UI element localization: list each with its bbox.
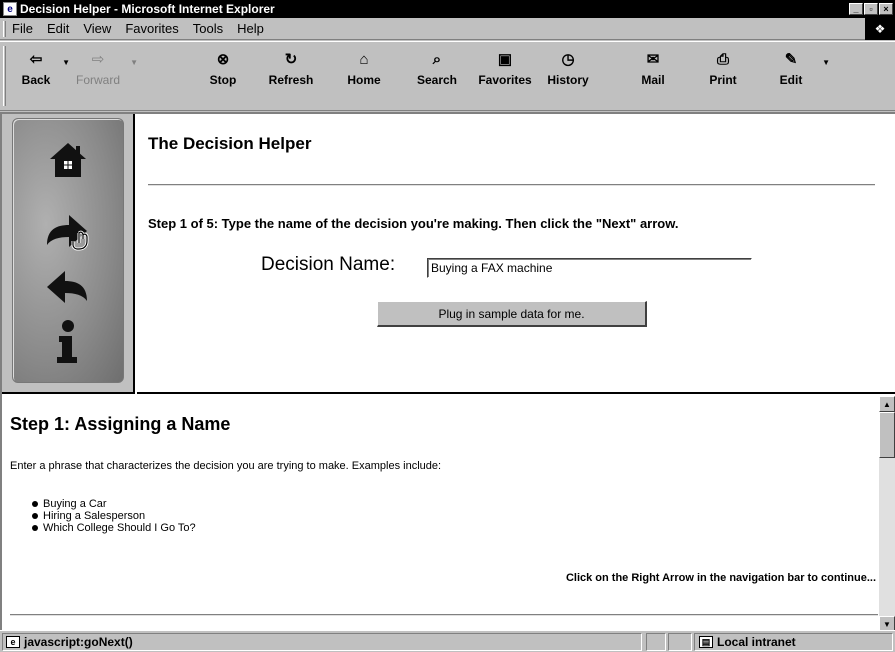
search-icon: ⌕ — [432, 50, 442, 68]
mail-icon: ✉ — [646, 51, 660, 68]
home-label: Home — [347, 73, 381, 87]
title-bar: e Decision Helper - Microsoft Internet E… — [0, 0, 895, 18]
decision-name-input[interactable] — [427, 258, 752, 278]
nav-frame — [2, 114, 135, 394]
edit-button[interactable]: ✎ Edit ▼ — [776, 46, 830, 106]
status-cell — [668, 633, 692, 651]
info-icon[interactable] — [53, 319, 83, 365]
refresh-button[interactable]: ↻ Refresh — [266, 46, 316, 106]
status-text-panel: e javascript:goNext() — [2, 633, 642, 651]
print-button[interactable]: ⎙ Print — [706, 46, 740, 106]
page-title: The Decision Helper — [148, 134, 312, 153]
back-arrow-icon[interactable] — [45, 267, 91, 307]
back-arrow-icon: ⇦ — [29, 51, 43, 68]
menu-tools[interactable]: Tools — [193, 21, 223, 36]
menu-file[interactable]: File — [12, 21, 33, 36]
favorites-label: Favorites — [478, 73, 532, 87]
chevron-down-icon[interactable]: ▼ — [822, 58, 830, 67]
intranet-icon: ▤ — [699, 636, 713, 648]
history-icon: ◷ — [561, 51, 575, 68]
toolbar-grip[interactable] — [3, 46, 6, 106]
main-frame: The Decision Helper Step 1 of 5: Type th… — [137, 114, 895, 394]
edit-icon: ✎ — [784, 51, 798, 68]
home-button[interactable]: ⌂ Home — [344, 46, 384, 106]
step-instruction: Step 1 of 5: Type the name of the decisi… — [148, 216, 679, 231]
help-title: Step 1: Assigning a Name — [10, 414, 231, 434]
stop-button[interactable]: ⊗ Stop — [208, 46, 238, 106]
refresh-label: Refresh — [268, 73, 314, 87]
close-button[interactable]: × — [879, 3, 893, 15]
status-cell — [646, 633, 666, 651]
menu-help[interactable]: Help — [237, 21, 264, 36]
search-button[interactable]: ⌕ Search — [414, 46, 460, 106]
browser-content: The Decision Helper Step 1 of 5: Type th… — [0, 112, 895, 632]
menu-favorites[interactable]: Favorites — [125, 21, 178, 36]
forward-label: Forward — [75, 73, 120, 87]
chevron-down-icon[interactable]: ▼ — [62, 58, 70, 67]
stop-icon: ⊗ — [216, 51, 230, 68]
toolbar: ⇦ Back ▼ ⇨ Forward ▼ ⊗ Stop ↻ Refresh ⌂ … — [0, 41, 895, 111]
mail-label: Mail — [641, 73, 665, 87]
home-icon: ⌂ — [359, 50, 369, 68]
sample-data-button[interactable]: Plug in sample data for me. — [377, 301, 647, 327]
examples-list: Buying a Car Hiring a Salesperson Which … — [32, 498, 196, 534]
mail-button[interactable]: ✉ Mail — [638, 46, 668, 106]
back-button[interactable]: ⇦ Back ▼ — [14, 46, 70, 106]
maximize-button[interactable]: ▫ — [864, 3, 878, 15]
forward-button[interactable]: ⇨ Forward ▼ — [70, 46, 138, 106]
favorites-icon: ▣ — [497, 51, 513, 68]
decision-name-label: Decision Name: — [261, 254, 396, 275]
forward-arrow-icon: ⇨ — [91, 51, 105, 68]
continue-hint: Click on the Right Arrow in the navigati… — [565, 572, 876, 584]
edit-label: Edit — [779, 73, 803, 87]
menu-edit[interactable]: Edit — [47, 21, 69, 36]
search-label: Search — [416, 73, 458, 87]
minimize-button[interactable]: _ — [849, 3, 863, 15]
windows-logo-icon: ❖ — [865, 18, 895, 40]
vertical-scrollbar[interactable]: ▲ ▼ — [879, 396, 895, 632]
history-label: History — [547, 73, 589, 87]
help-description: Enter a phrase that characterizes the de… — [10, 460, 442, 472]
list-item: Which College Should I Go To? — [32, 522, 196, 534]
page-icon: e — [6, 636, 20, 648]
menu-view[interactable]: View — [83, 21, 111, 36]
list-item: Buying a Car — [32, 498, 196, 510]
chevron-down-icon[interactable]: ▼ — [130, 58, 138, 67]
menu-grip[interactable] — [3, 21, 6, 37]
zone-text: Local intranet — [717, 635, 796, 649]
print-label: Print — [709, 73, 737, 87]
refresh-icon: ↻ — [284, 51, 298, 68]
stop-label: Stop — [209, 73, 237, 87]
menu-bar: File Edit View Favorites Tools Help ❖ — [0, 18, 895, 40]
print-icon: ⎙ — [716, 50, 729, 68]
divider — [148, 184, 875, 186]
history-button[interactable]: ◷ History — [542, 46, 594, 106]
security-zone: ▤ Local intranet — [694, 633, 893, 651]
scroll-thumb[interactable] — [879, 412, 895, 458]
favorites-button[interactable]: ▣ Favorites — [474, 46, 536, 106]
status-text: javascript:goNext() — [24, 635, 133, 649]
divider — [10, 614, 878, 616]
list-item: Hiring a Salesperson — [32, 510, 196, 522]
help-frame: Step 1: Assigning a Name Enter a phrase … — [2, 396, 895, 632]
next-arrow-icon[interactable] — [43, 211, 93, 251]
window-title: Decision Helper - Microsoft Internet Exp… — [20, 2, 275, 16]
home-icon[interactable] — [48, 141, 88, 179]
back-label: Back — [21, 73, 51, 87]
ie-app-icon[interactable]: e — [3, 2, 17, 16]
status-bar: e javascript:goNext() ▤ Local intranet — [0, 630, 895, 652]
nav-panel — [12, 118, 124, 383]
scroll-up-button[interactable]: ▲ — [879, 396, 895, 412]
